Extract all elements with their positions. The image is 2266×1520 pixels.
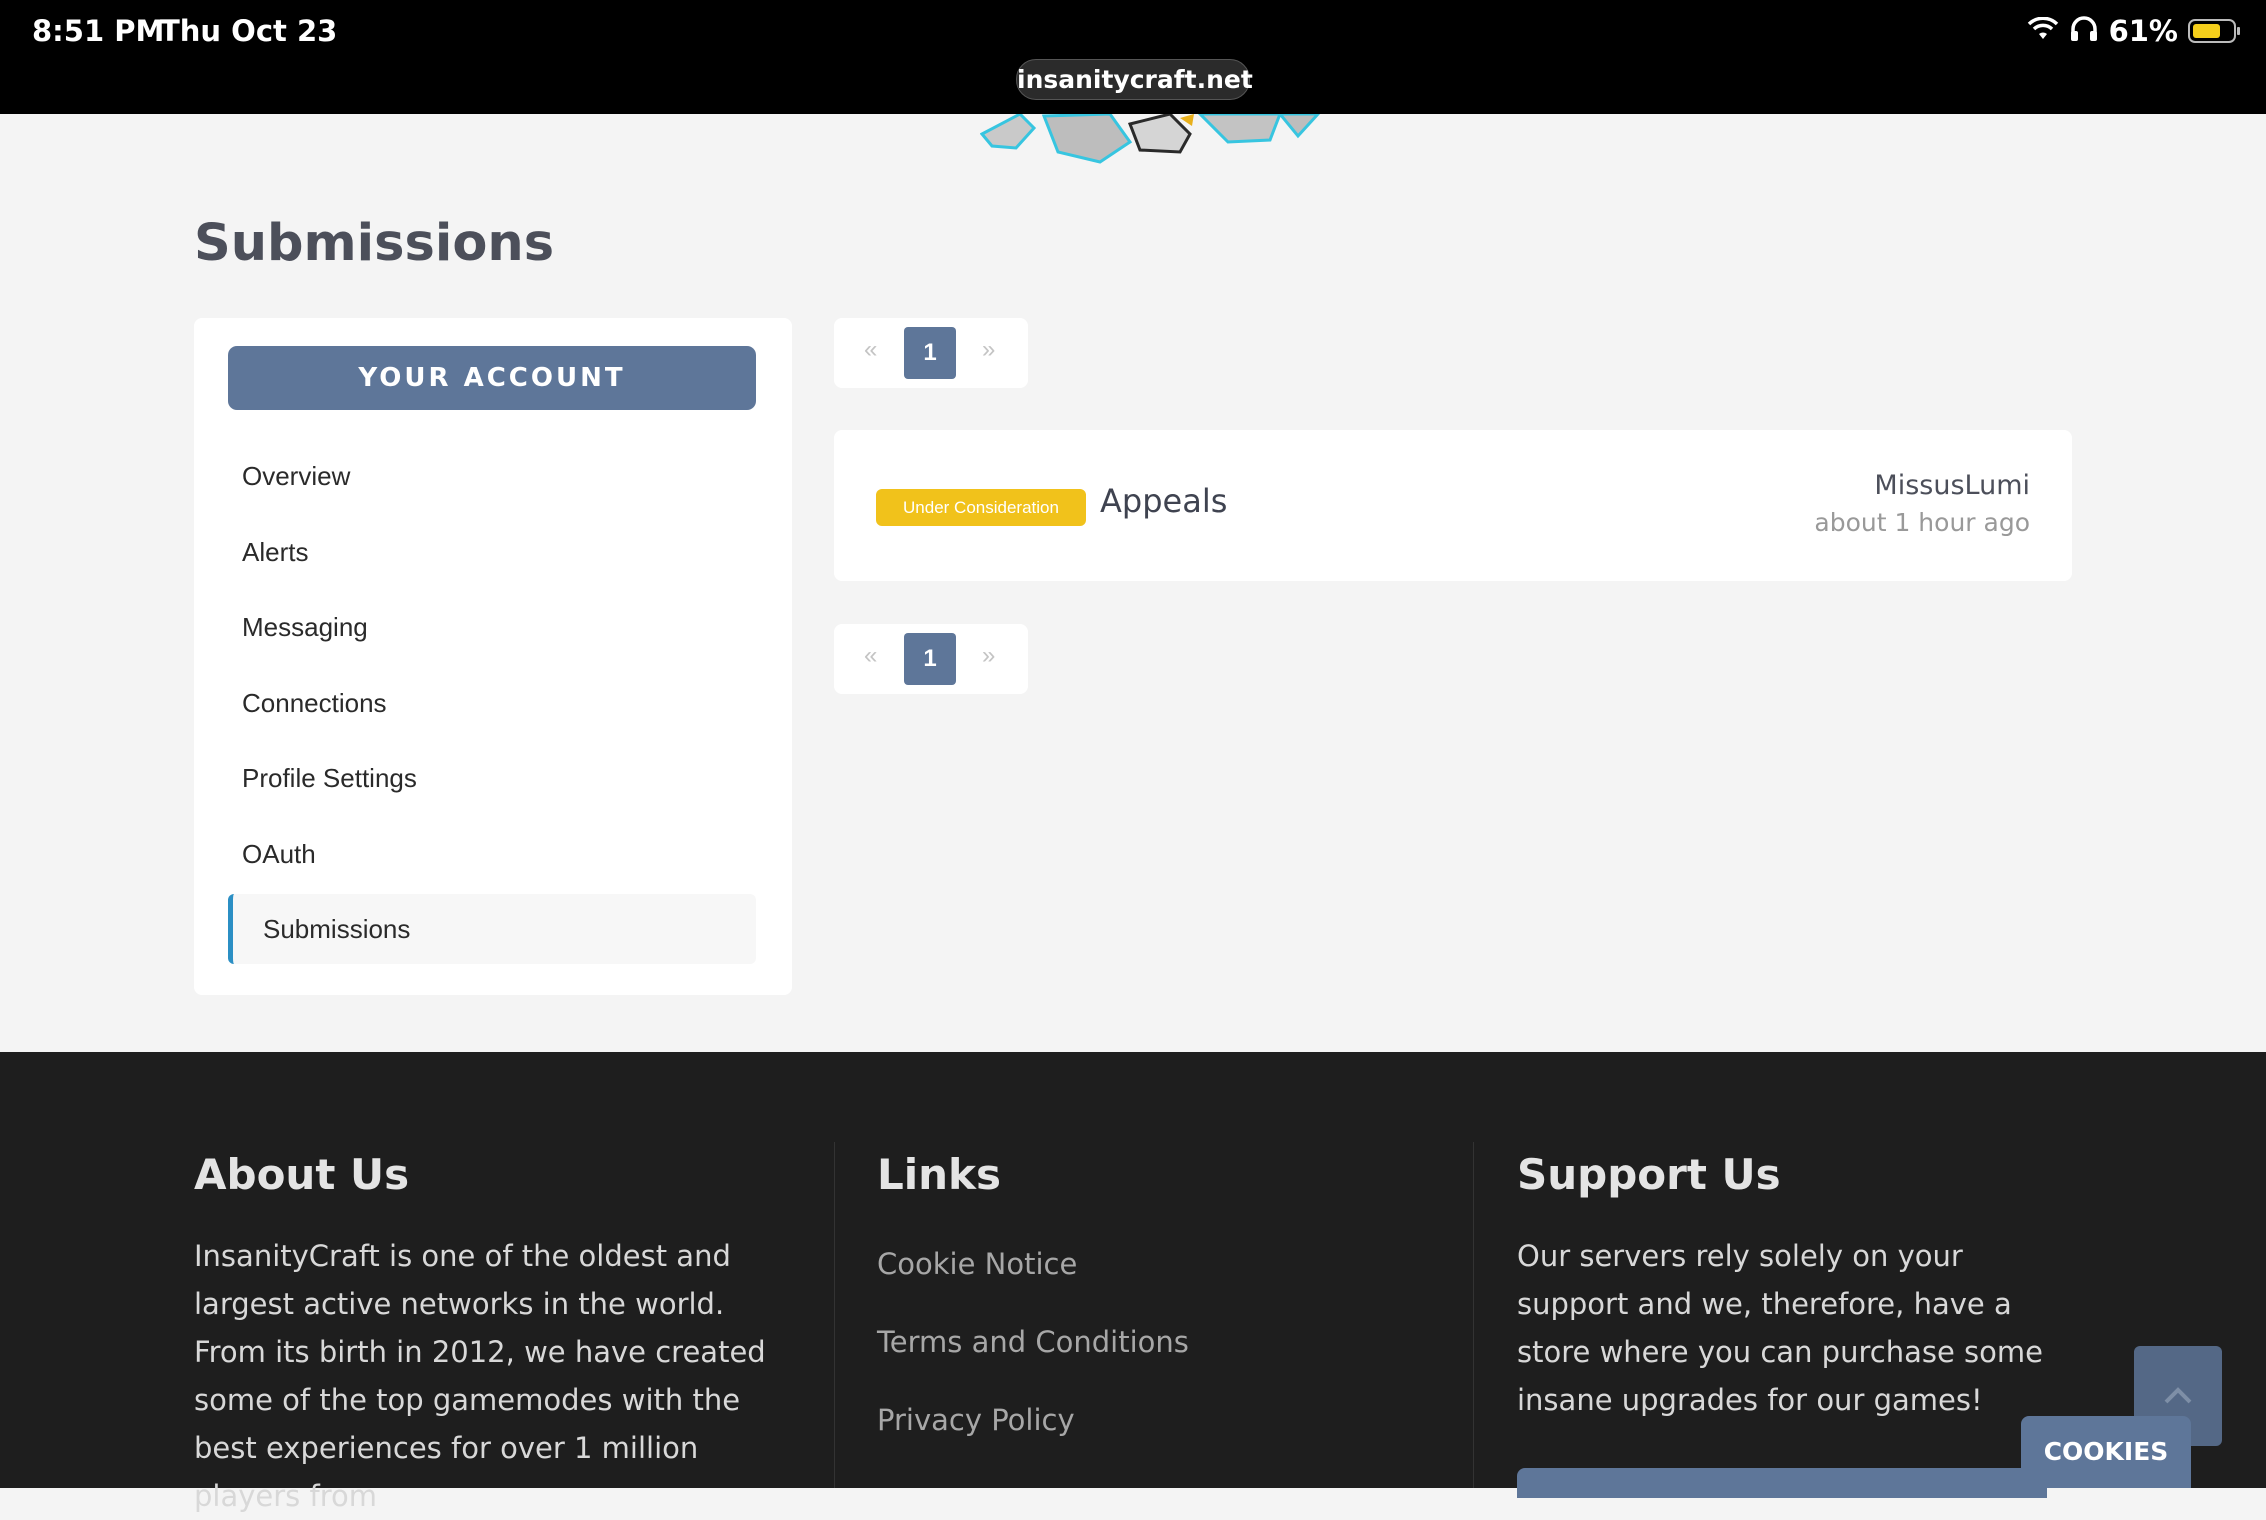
footer-about-text: InsanityCraft is one of the oldest and l… — [194, 1239, 766, 1513]
account-sidebar: YOUR ACCOUNT Overview Alerts Messaging C… — [194, 318, 792, 995]
footer-link-cookie-notice[interactable]: Cookie Notice — [877, 1247, 1077, 1281]
footer-links-title: Links — [877, 1150, 1001, 1199]
sidebar-item-alerts[interactable]: Alerts — [242, 532, 308, 572]
pagination-bottom: « 1 » — [834, 624, 1028, 694]
battery-percent: 61% — [2108, 14, 2178, 48]
site-footer: About Us InsanityCraft is one of the old… — [0, 1052, 2266, 1513]
footer-support: Support Us Our servers rely solely on yo… — [1517, 1052, 2077, 1488]
pagination-page-1[interactable]: 1 — [904, 633, 956, 685]
status-badge: Under Consideration — [876, 489, 1086, 526]
footer-support-text: Our servers rely solely on your support … — [1517, 1239, 2043, 1417]
pagination-top: « 1 » — [834, 318, 1028, 388]
sidebar-item-overview[interactable]: Overview — [242, 456, 350, 496]
sidebar-item-messaging[interactable]: Messaging — [242, 607, 368, 647]
submission-row[interactable]: Under Consideration Appeals MissusLumi a… — [834, 430, 2072, 581]
submission-time: about 1 hour ago — [1814, 508, 2030, 537]
wifi-icon — [2027, 16, 2059, 46]
pagination-prev[interactable]: « — [864, 336, 877, 364]
footer-link-privacy[interactable]: Privacy Policy — [877, 1403, 1075, 1437]
status-icons: 61% — [2027, 14, 2240, 48]
chevron-up-icon — [2164, 1387, 2192, 1404]
submission-title[interactable]: Appeals — [1100, 482, 1227, 520]
sidebar-item-connections[interactable]: Connections — [242, 683, 387, 723]
sidebar-item-oauth[interactable]: OAuth — [242, 834, 316, 874]
sidebar-item-profile-settings[interactable]: Profile Settings — [242, 758, 417, 798]
status-time: 8:51 PM — [32, 14, 165, 48]
page-title: Submissions — [194, 214, 555, 273]
footer-support-title: Support Us — [1517, 1150, 1781, 1199]
footer-links: Links Cookie Notice Terms and Conditions… — [877, 1052, 1437, 1488]
your-account-button[interactable]: YOUR ACCOUNT — [228, 346, 756, 410]
footer-about-title: About Us — [194, 1150, 410, 1199]
footer-divider — [1473, 1142, 1474, 1488]
footer-divider — [834, 1142, 835, 1488]
site-logo[interactable] — [980, 114, 1400, 184]
address-bar[interactable]: insanitycraft.net — [1016, 59, 1253, 100]
battery-icon — [2188, 19, 2240, 43]
footer-about: About Us InsanityCraft is one of the old… — [194, 1052, 794, 1513]
status-date: Thu Oct 23 — [160, 14, 338, 48]
pagination-next[interactable]: » — [982, 336, 995, 364]
pagination-page-1[interactable]: 1 — [904, 327, 956, 379]
footer-link-terms[interactable]: Terms and Conditions — [877, 1325, 1189, 1359]
pagination-next[interactable]: » — [982, 642, 995, 670]
submission-user[interactable]: MissusLumi — [1874, 470, 2030, 501]
cookies-button[interactable]: COOKIES — [2021, 1416, 2191, 1488]
store-button[interactable] — [1517, 1468, 2047, 1498]
sidebar-item-label: Submissions — [263, 914, 411, 944]
headphones-icon — [2069, 15, 2099, 47]
pagination-prev[interactable]: « — [864, 642, 877, 670]
status-bar: 8:51 PM Thu Oct 23 insanitycraft.net 61% — [0, 0, 2266, 114]
sidebar-item-submissions[interactable]: Submissions — [228, 894, 756, 964]
